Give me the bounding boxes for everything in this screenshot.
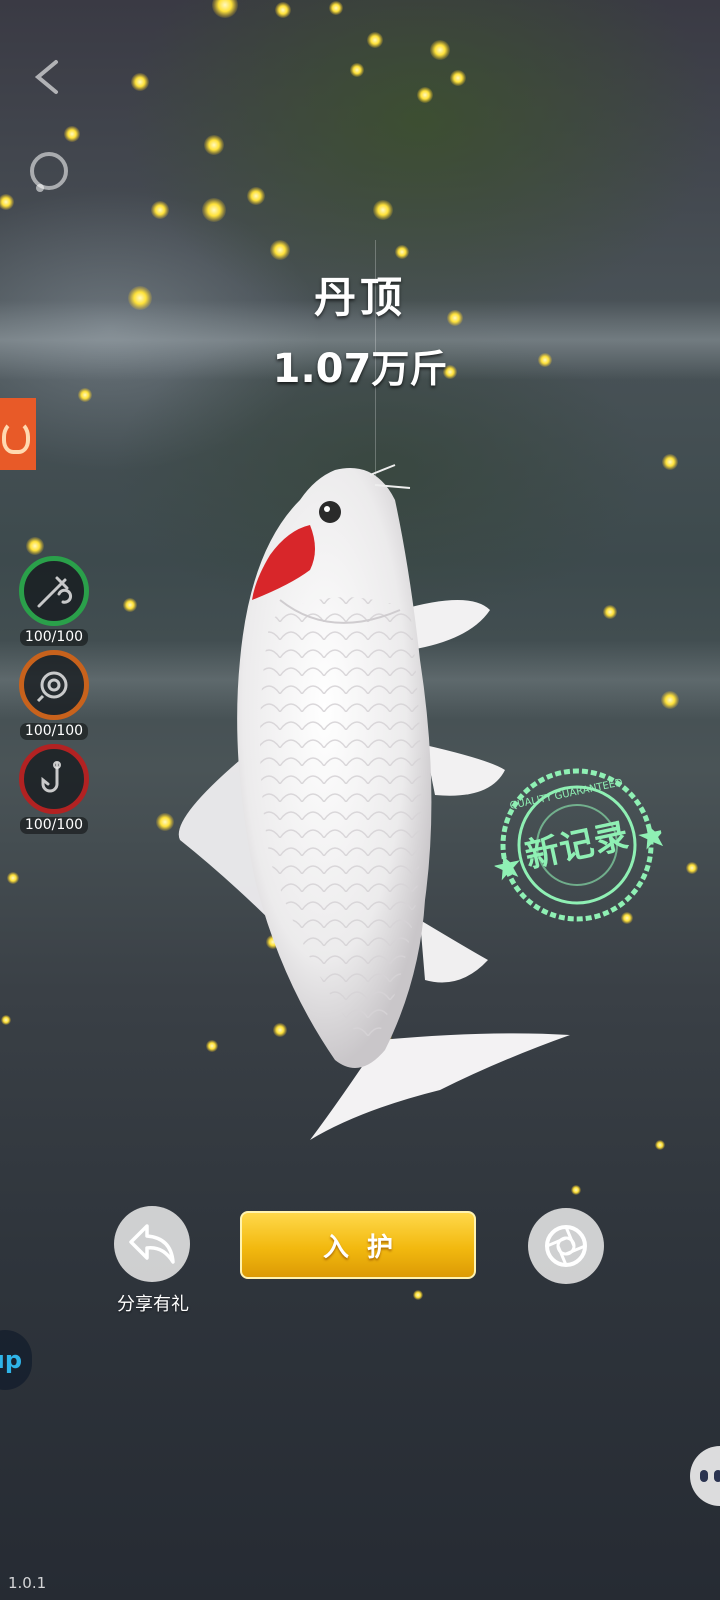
firefly-glow [151,201,169,219]
firefly-glow [270,240,290,260]
firefly-glow [329,1,343,15]
firefly-glow [1,1015,11,1025]
durability-label: 100/100 [19,723,89,740]
firefly-glow [247,187,265,205]
fish-name: 丹顶 [313,273,406,322]
firefly-glow [662,454,678,470]
firefly-glow [64,126,80,142]
firefly-glow [123,598,137,612]
back-chevron-icon[interactable] [28,58,66,96]
fish-weight-number: 1.07 [272,346,372,392]
firefly-glow [655,1140,665,1150]
firefly-glow [350,63,364,77]
firefly-glow [417,87,433,103]
firefly-glow [603,605,617,619]
keep-fish-button[interactable]: 入护 [240,1211,476,1279]
fish-hook-icon [19,744,89,814]
firefly-glow [26,537,44,555]
firefly-glow [131,73,149,91]
fishing-reel-icon [19,650,89,720]
firefly-glow [686,862,698,874]
gear-reel: 100/100 [16,650,92,740]
firefly-glow [373,200,393,220]
share-label[interactable]: 分享有礼 [96,1290,210,1316]
firefly-glow [204,135,224,155]
durability-label: 100/100 [19,629,89,646]
firefly-glow [395,245,409,259]
firefly-glow [413,1290,423,1300]
fishing-rod-icon [19,556,89,626]
version-label: 1.0.1 [8,1574,47,1592]
camera-button[interactable] [528,1208,604,1284]
share-arrow-icon [129,1224,175,1264]
new-record-stamp: QUALITY GUARANTEED 新记录 [476,744,678,946]
firefly-glow [571,1185,581,1195]
firefly-glow [661,691,679,709]
gear-hook: 100/100 [16,744,92,834]
firefly-glow [7,872,19,884]
firefly-glow [202,198,226,222]
fish-weight: 1.07万斤 [0,338,720,393]
fish-weight-unit: 万斤 [371,347,448,391]
firefly-glow [450,70,466,86]
gear-rod: 100/100 [16,556,92,646]
refresh-icon[interactable] [26,148,72,194]
durability-label: 100/100 [19,817,89,834]
event-badge-icon[interactable] [0,398,36,470]
firefly-glow [275,2,291,18]
firefly-glow [430,40,450,60]
share-button[interactable] [114,1206,190,1282]
camera-shutter-icon [545,1225,587,1267]
firefly-glow [367,32,383,48]
